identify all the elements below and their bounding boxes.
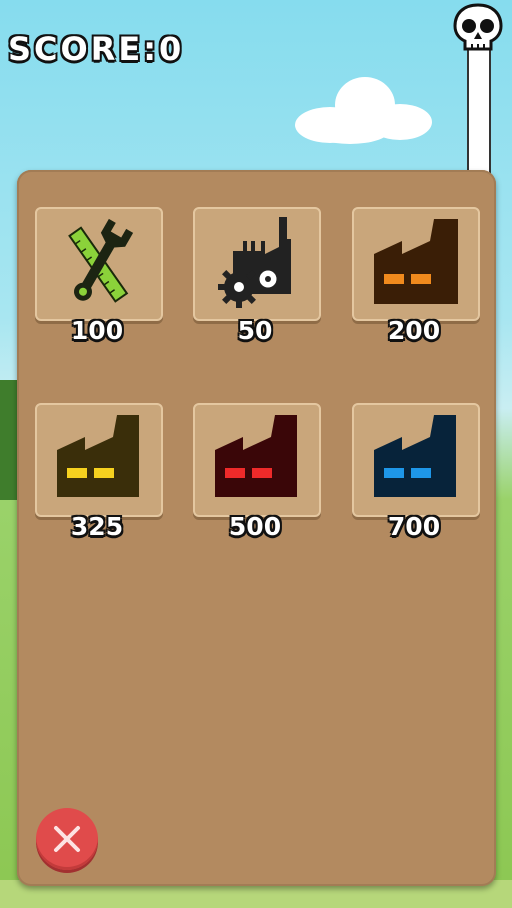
shop-item-factory-orange[interactable] xyxy=(352,207,480,321)
shop-item-upgrade-tools[interactable] xyxy=(35,207,163,321)
shop-item-price: 50 xyxy=(237,316,273,345)
factory-yellow-icon xyxy=(57,415,139,497)
score-label: SCORE: xyxy=(8,30,160,68)
shop-item-price: 325 xyxy=(70,512,124,541)
close-button[interactable] xyxy=(36,808,98,870)
skull-icon xyxy=(453,3,503,51)
shop-item-factory-yellow[interactable] xyxy=(35,403,163,517)
factory-red-icon xyxy=(215,415,297,497)
shop-item-price: 500 xyxy=(228,512,282,541)
factory-gears-icon xyxy=(218,217,291,308)
skull-pole xyxy=(467,40,491,180)
shop-item-factory-gears[interactable] xyxy=(193,207,321,321)
shop-item-price: 700 xyxy=(387,512,441,541)
factory-blue-icon xyxy=(374,415,456,497)
factory-orange-icon xyxy=(374,219,458,304)
cloud xyxy=(295,77,432,144)
shop-item-factory-blue[interactable] xyxy=(352,403,480,517)
shop-item-price: 200 xyxy=(387,316,441,345)
shop-item-factory-red[interactable] xyxy=(193,403,321,517)
score-display: SCORE:0 xyxy=(8,30,184,68)
close-x-icon xyxy=(54,826,80,852)
shop-item-price: 100 xyxy=(70,316,124,345)
score-value: 0 xyxy=(159,30,185,68)
shop-panel: 100 50 200 325 500 700 xyxy=(17,170,496,886)
wrench-ruler-icon xyxy=(68,218,134,303)
